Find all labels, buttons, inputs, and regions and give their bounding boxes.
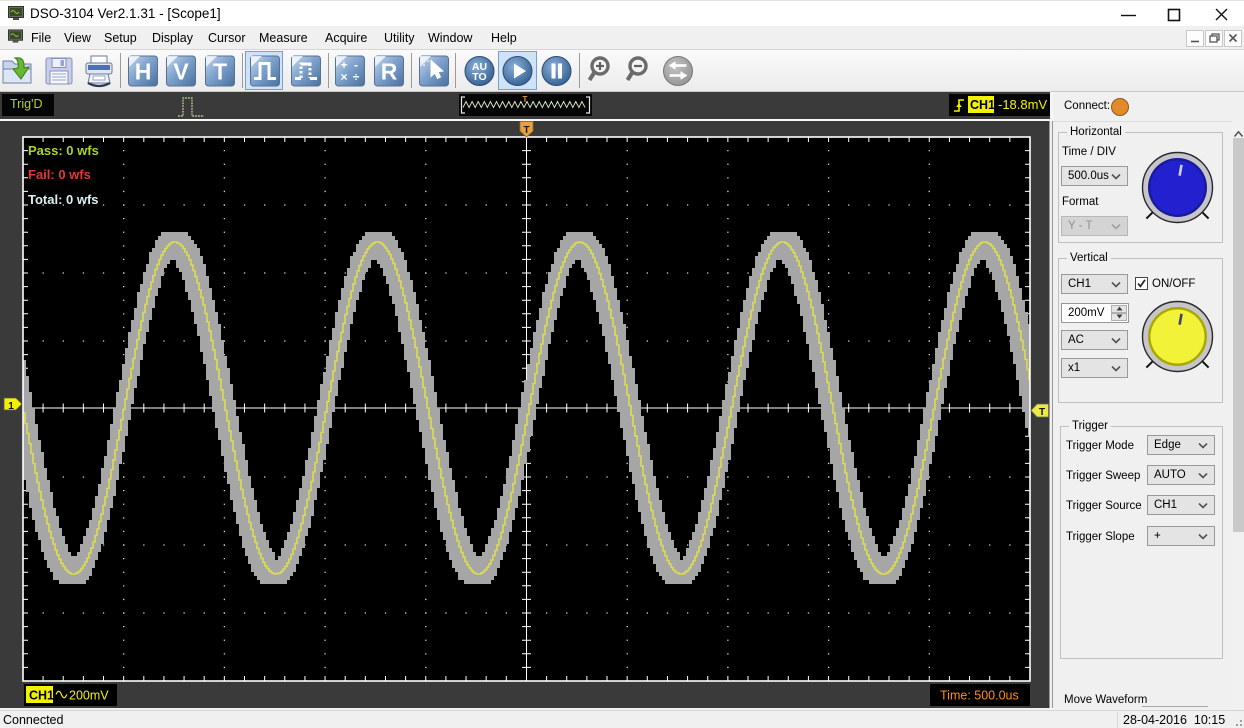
- svg-text:V: V: [173, 59, 189, 85]
- svg-text:T: T: [523, 95, 528, 104]
- svg-text:200mV: 200mV: [69, 689, 109, 703]
- svg-text:CH1: CH1: [29, 689, 54, 703]
- svg-text:Fail: 0 wfs: Fail: 0 wfs: [28, 167, 91, 182]
- svg-text:Total: 0 wfs: Total: 0 wfs: [28, 192, 99, 207]
- svg-text:Pass: 0 wfs: Pass: 0 wfs: [28, 143, 99, 158]
- svg-text:÷: ÷: [353, 70, 360, 84]
- svg-text:T: T: [1039, 407, 1045, 418]
- svg-text:T: T: [523, 125, 529, 136]
- svg-text:R: R: [380, 59, 397, 85]
- svg-text:×: ×: [340, 70, 347, 84]
- svg-text:T: T: [213, 59, 227, 85]
- svg-text:H: H: [134, 59, 151, 85]
- svg-text:TO: TO: [472, 71, 486, 83]
- svg-text:Time: 500.0us: Time: 500.0us: [940, 689, 1019, 703]
- svg-text:1: 1: [8, 401, 14, 412]
